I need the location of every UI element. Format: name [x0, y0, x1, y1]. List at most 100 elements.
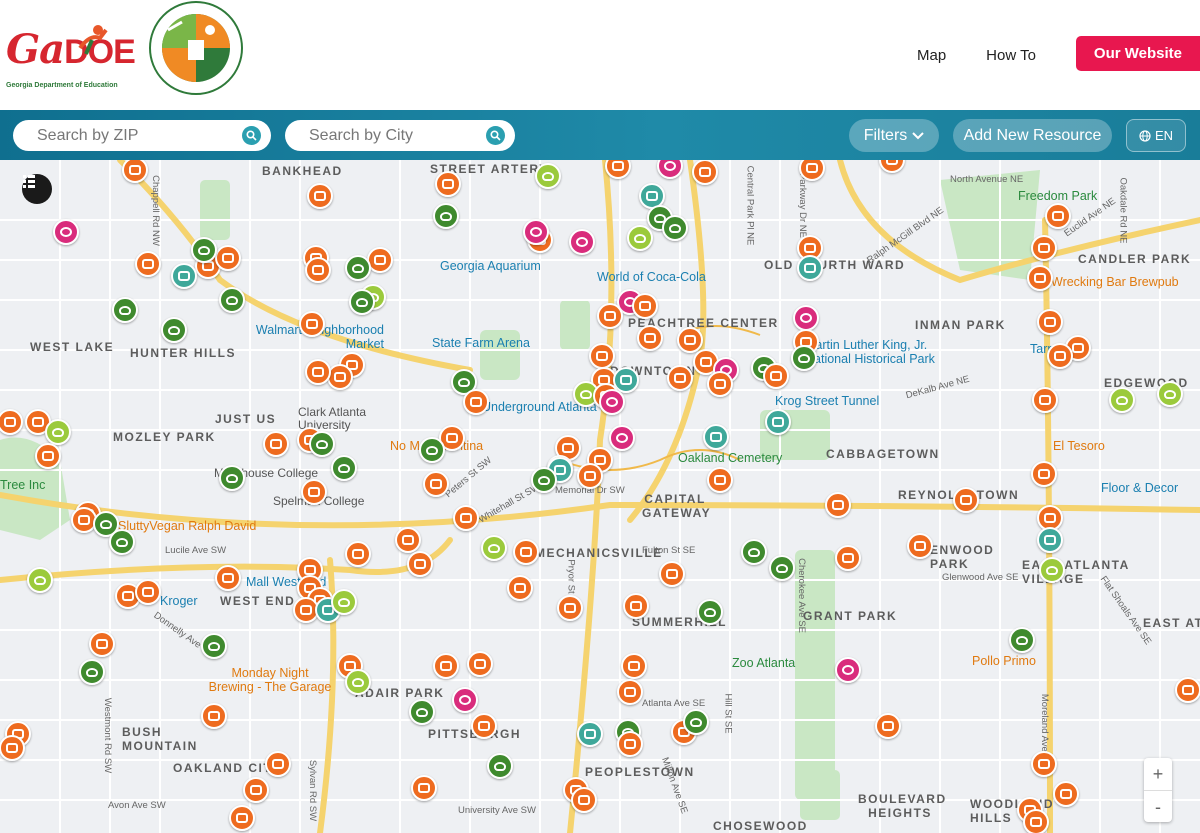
resource-marker[interactable]: [953, 487, 979, 513]
resource-marker[interactable]: [243, 777, 269, 803]
language-selector[interactable]: EN: [1126, 119, 1186, 152]
resource-marker[interactable]: [617, 679, 643, 705]
resource-marker[interactable]: [875, 713, 901, 739]
resource-marker[interactable]: [345, 255, 371, 281]
resource-marker[interactable]: [411, 775, 437, 801]
resource-marker[interactable]: [345, 541, 371, 567]
resource-marker[interactable]: [1109, 387, 1135, 413]
our-website-button[interactable]: Our Website: [1075, 35, 1200, 71]
resource-marker[interactable]: [191, 237, 217, 263]
resource-marker[interactable]: [171, 263, 197, 289]
resource-marker[interactable]: [435, 171, 461, 197]
resource-marker[interactable]: [577, 463, 603, 489]
resource-marker[interactable]: [769, 555, 795, 581]
resource-marker[interactable]: [632, 293, 658, 319]
city-search-input[interactable]: [309, 126, 489, 145]
resource-marker[interactable]: [201, 703, 227, 729]
resource-marker[interactable]: [609, 425, 635, 451]
resource-marker[interactable]: [637, 325, 663, 351]
resource-map[interactable]: BANKHEAD STREET ARTERY OLD FOURTH WARD C…: [0, 160, 1200, 833]
gadoe-logo[interactable]: GaDOE Georgia Department of Education: [4, 22, 144, 94]
mckinney-vento-seal[interactable]: [148, 0, 244, 96]
resource-marker[interactable]: [453, 505, 479, 531]
resource-marker[interactable]: [407, 551, 433, 577]
resource-marker[interactable]: [35, 443, 61, 469]
resource-marker[interactable]: [569, 229, 595, 255]
resource-marker[interactable]: [707, 467, 733, 493]
resource-marker[interactable]: [741, 539, 767, 565]
resource-marker[interactable]: [305, 257, 331, 283]
search-icon[interactable]: [486, 126, 505, 145]
resource-marker[interactable]: [523, 219, 549, 245]
zip-search-input[interactable]: [37, 126, 217, 145]
resource-marker[interactable]: [692, 160, 718, 185]
resource-marker[interactable]: [683, 709, 709, 735]
resource-marker[interactable]: [45, 419, 71, 445]
resource-marker[interactable]: [627, 225, 653, 251]
resource-marker[interactable]: [1031, 235, 1057, 261]
resource-marker[interactable]: [507, 575, 533, 601]
resource-marker[interactable]: [513, 539, 539, 565]
resource-marker[interactable]: [1047, 343, 1073, 369]
resource-marker[interactable]: [557, 595, 583, 621]
resource-marker[interactable]: [623, 593, 649, 619]
resource-marker[interactable]: [1157, 381, 1183, 407]
resource-marker[interactable]: [135, 251, 161, 277]
resource-marker[interactable]: [215, 565, 241, 591]
resource-marker[interactable]: [662, 215, 688, 241]
resource-marker[interactable]: [621, 653, 647, 679]
resource-marker[interactable]: [423, 471, 449, 497]
resource-marker[interactable]: [27, 567, 53, 593]
resource-marker[interactable]: [53, 219, 79, 245]
resource-marker[interactable]: [89, 631, 115, 657]
resource-marker[interactable]: [265, 751, 291, 777]
filters-button[interactable]: Filters: [849, 119, 939, 152]
resource-marker[interactable]: [219, 287, 245, 313]
resource-marker[interactable]: [677, 327, 703, 353]
resource-marker[interactable]: [201, 633, 227, 659]
resource-marker[interactable]: [452, 687, 478, 713]
resource-marker[interactable]: [487, 753, 513, 779]
resource-marker[interactable]: [215, 245, 241, 271]
resource-marker[interactable]: [419, 437, 445, 463]
resource-marker[interactable]: [301, 479, 327, 505]
resource-marker[interactable]: [1037, 527, 1063, 553]
resource-marker[interactable]: [327, 364, 353, 390]
resource-marker[interactable]: [1039, 557, 1065, 583]
search-icon[interactable]: [242, 126, 261, 145]
resource-marker[interactable]: [433, 653, 459, 679]
resource-marker[interactable]: [263, 431, 289, 457]
resource-marker[interactable]: [667, 365, 693, 391]
resource-marker[interactable]: [305, 359, 331, 385]
resource-marker[interactable]: [1009, 627, 1035, 653]
resource-marker[interactable]: [345, 669, 371, 695]
resource-marker[interactable]: [907, 533, 933, 559]
resource-marker[interactable]: [79, 659, 105, 685]
resource-marker[interactable]: [531, 467, 557, 493]
resource-marker[interactable]: [793, 305, 819, 331]
add-new-resource-button[interactable]: Add New Resource: [953, 119, 1112, 152]
resource-marker[interactable]: [481, 535, 507, 561]
resource-marker[interactable]: [697, 599, 723, 625]
resource-marker[interactable]: [599, 389, 625, 415]
resource-marker[interactable]: [765, 409, 791, 435]
resource-marker[interactable]: [791, 345, 817, 371]
resource-marker[interactable]: [135, 579, 161, 605]
resource-marker[interactable]: [0, 735, 25, 761]
resource-marker[interactable]: [535, 163, 561, 189]
resource-marker[interactable]: [617, 731, 643, 757]
zoom-in-button[interactable]: +: [1144, 758, 1172, 790]
resource-marker[interactable]: [299, 311, 325, 337]
resource-marker[interactable]: [703, 424, 729, 450]
resource-marker[interactable]: [331, 455, 357, 481]
resource-marker[interactable]: [219, 465, 245, 491]
resource-marker[interactable]: [409, 699, 435, 725]
resource-marker[interactable]: [433, 203, 459, 229]
resource-marker[interactable]: [463, 389, 489, 415]
resource-marker[interactable]: [112, 297, 138, 323]
resource-marker[interactable]: [577, 721, 603, 747]
resource-marker[interactable]: [1027, 265, 1053, 291]
resource-marker[interactable]: [571, 787, 597, 813]
resource-marker[interactable]: [589, 343, 615, 369]
nav-map[interactable]: Map: [917, 47, 946, 64]
